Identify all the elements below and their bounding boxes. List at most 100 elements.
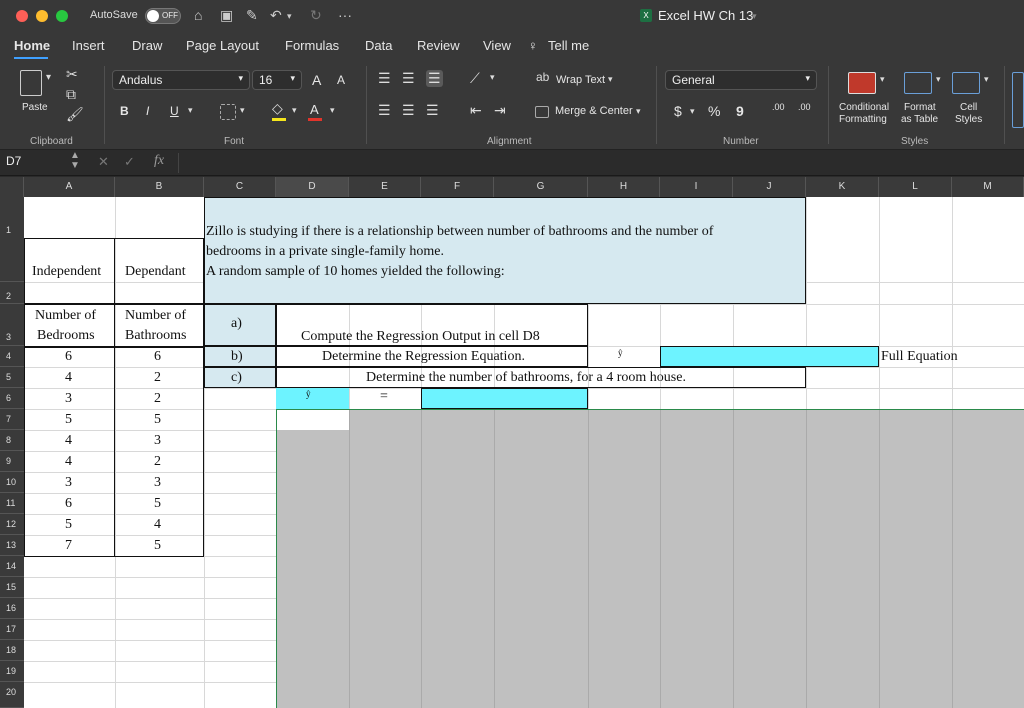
bedrooms-value[interactable]: 5 (65, 517, 72, 533)
bedrooms-value[interactable]: 4 (65, 433, 72, 449)
row-header-16[interactable]: 16 (0, 598, 24, 619)
conditional-formatting-icon[interactable] (848, 72, 876, 94)
bathrooms-value[interactable]: 4 (154, 517, 161, 533)
full-equation-label[interactable]: Full Equation (881, 349, 958, 365)
bathrooms-value[interactable]: 3 (154, 475, 161, 491)
bedrooms-header-line1[interactable]: Number of (35, 308, 96, 324)
bedrooms-value[interactable]: 6 (65, 496, 72, 512)
close-window-button[interactable] (16, 10, 28, 22)
bathrooms-value[interactable]: 2 (154, 454, 161, 470)
conditional-formatting-button[interactable]: Conditional (839, 102, 889, 113)
bedrooms-value[interactable]: 4 (65, 370, 72, 386)
row-header-8[interactable]: 8 (0, 430, 24, 451)
undo-icon[interactable]: ↶ (270, 7, 282, 24)
italic-button[interactable]: I (146, 104, 149, 118)
decrease-font-size-button[interactable]: A (337, 73, 345, 87)
bathrooms-value[interactable]: 6 (154, 349, 161, 365)
bathrooms-value[interactable]: 5 (154, 496, 161, 512)
bathrooms-value[interactable]: 2 (154, 391, 161, 407)
cell-styles-button[interactable]: Cell (960, 102, 977, 113)
bedrooms-value[interactable]: 6 (65, 349, 72, 365)
font-size-select[interactable]: 16 ▾ (252, 70, 302, 90)
format-painter-icon[interactable]: 🖌 (66, 106, 84, 123)
align-middle-icon[interactable]: ☰ (402, 70, 415, 87)
bedrooms-value[interactable]: 3 (65, 391, 72, 407)
format-as-table-button-line2[interactable]: as Table (901, 114, 938, 125)
currency-button[interactable]: $ (674, 103, 682, 119)
cell-styles-icon[interactable] (952, 72, 980, 94)
maximize-window-button[interactable] (56, 10, 68, 22)
more-commands-icon[interactable]: ··· (338, 7, 352, 23)
bathroom-prediction-input[interactable] (421, 388, 588, 409)
bathrooms-value[interactable]: 3 (154, 433, 161, 449)
format-as-table-button[interactable]: Format (904, 102, 936, 113)
bathrooms-value[interactable]: 5 (154, 412, 161, 428)
paste-icon[interactable] (20, 70, 42, 96)
row-header-1[interactable]: 1 (0, 197, 24, 282)
row-header-13[interactable]: 13 (0, 535, 24, 556)
underline-button[interactable]: U (170, 104, 179, 118)
autosave-toggle[interactable]: OFF (145, 8, 181, 24)
bathrooms-value[interactable]: 2 (154, 370, 161, 386)
column-header-f[interactable]: F (421, 177, 494, 197)
conditional-formatting-button-line2[interactable]: Formatting (839, 114, 887, 125)
row-header-11[interactable]: 11 (0, 493, 24, 514)
paste-dropdown-icon[interactable]: ▾ (46, 72, 51, 83)
orientation-dropdown-icon[interactable]: ▾ (490, 72, 495, 83)
cell-styles-dropdown-icon[interactable]: ▾ (984, 74, 989, 85)
font-name-select[interactable]: Andalus ▾ (112, 70, 250, 90)
bold-button[interactable]: B (120, 104, 129, 118)
wrap-text-button[interactable]: Wrap Text (556, 74, 605, 86)
align-bottom-icon[interactable]: ☰ (426, 70, 443, 87)
save-icon[interactable]: ▣ (220, 7, 233, 24)
tab-page-layout[interactable]: Page Layout (186, 38, 259, 53)
document-title[interactable]: Excel HW Ch 13 (658, 8, 753, 23)
home-icon[interactable]: ⌂ (194, 7, 202, 23)
row-header-7[interactable]: 7 (0, 409, 24, 430)
align-top-icon[interactable]: ☰ (378, 70, 391, 87)
bedrooms-value[interactable]: 7 (65, 538, 72, 554)
currency-dropdown-icon[interactable]: ▾ (690, 106, 695, 117)
column-header-c[interactable]: C (204, 177, 276, 197)
active-cell-d7[interactable] (277, 410, 349, 430)
bathrooms-header-line1[interactable]: Number of (125, 308, 186, 324)
increase-font-size-button[interactable]: A (312, 72, 321, 88)
row-header-5[interactable]: 5 (0, 367, 24, 388)
title-chevron-icon[interactable]: ▾ (752, 11, 757, 22)
orientation-icon[interactable]: ⟋ (470, 70, 480, 87)
copy-icon[interactable]: ⧉ (66, 86, 76, 103)
column-header-a[interactable]: A (24, 177, 115, 197)
row-header-18[interactable]: 18 (0, 640, 24, 661)
percent-button[interactable]: % (708, 103, 720, 119)
row-header-15[interactable]: 15 (0, 577, 24, 598)
regression-equation-input[interactable] (660, 346, 879, 367)
increase-decimal-button[interactable]: .00 (772, 102, 785, 112)
wrap-text-dropdown-icon[interactable]: ▾ (608, 74, 613, 85)
row-header-20[interactable]: 20 (0, 682, 24, 708)
tab-formulas[interactable]: Formulas (285, 38, 339, 53)
row-header-12[interactable]: 12 (0, 514, 24, 535)
number-format-select[interactable]: General ▾ (665, 70, 817, 90)
borders-dropdown-icon[interactable]: ▾ (240, 105, 245, 116)
cancel-icon[interactable]: ✕ (98, 154, 109, 170)
tab-tell-me[interactable]: Tell me (548, 38, 589, 53)
format-table-dropdown-icon[interactable]: ▾ (936, 74, 941, 85)
merge-center-button[interactable]: Merge & Center (555, 105, 633, 117)
bedrooms-value[interactable]: 4 (65, 454, 72, 470)
borders-icon[interactable] (220, 104, 236, 120)
name-box-stepper-icon[interactable]: ▲ ▼ (70, 151, 80, 171)
column-header-d[interactable]: D (276, 177, 349, 197)
tab-data[interactable]: Data (365, 38, 392, 53)
tab-home[interactable]: Home (14, 38, 50, 53)
conditional-dropdown-icon[interactable]: ▾ (880, 74, 885, 85)
column-header-k[interactable]: K (806, 177, 879, 197)
comma-button[interactable]: 9 (736, 103, 744, 119)
select-all-corner[interactable] (0, 177, 24, 197)
column-header-l[interactable]: L (879, 177, 952, 197)
format-as-table-icon[interactable] (904, 72, 932, 94)
paste-button[interactable]: Paste (22, 102, 48, 113)
equals-sign[interactable]: = (380, 389, 388, 405)
row-header-2[interactable]: 2 (0, 282, 24, 304)
enter-icon[interactable]: ✓ (124, 154, 135, 170)
yhat-label[interactable]: ŷ (618, 348, 623, 358)
